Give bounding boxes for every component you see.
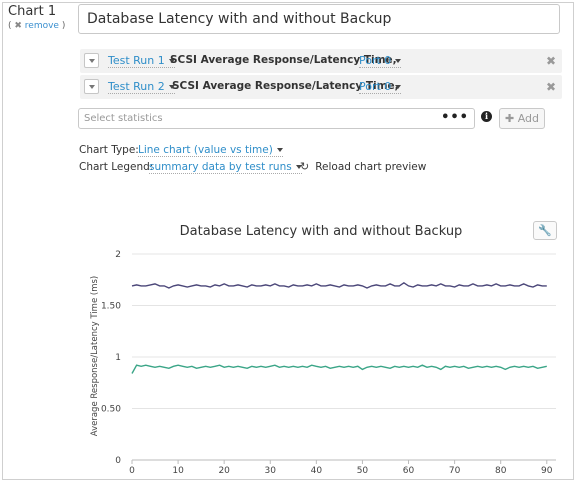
series-row: Test Run 2 SCSI Average Response/Latency… [80, 75, 562, 99]
chart-type-label: Chart Type: [79, 144, 139, 156]
wrench-icon[interactable]: 🔧 [533, 221, 557, 240]
chart-title: Database Latency with and without Backup [179, 224, 463, 239]
chevron-down-icon[interactable] [84, 53, 99, 68]
add-button-label: Add [517, 112, 539, 125]
series-row: Test Run 1 SCSI Average Response/Latency… [80, 49, 562, 73]
chart-type-value: Line chart (value vs time) [138, 144, 273, 156]
reload-chart-preview-button[interactable]: ↻ Reload chart preview [300, 160, 426, 173]
chevron-down-icon [276, 148, 283, 152]
test-run-value: Test Run 2 [108, 80, 165, 93]
remove-chart-link[interactable]: remove [25, 21, 59, 31]
chart-editor-panel [2, 2, 574, 480]
chart-legend-label: Chart Legend: [79, 161, 154, 173]
ellipsis-icon[interactable]: ••• [441, 108, 469, 127]
close-icon[interactable]: ✖ [546, 54, 556, 68]
select-statistics-input[interactable]: Select statistics ••• [78, 108, 475, 129]
select-statistics-placeholder: Select statistics [84, 113, 163, 124]
info-icon[interactable]: i [481, 111, 492, 122]
chart-legend-select[interactable]: summary data by test runs [149, 161, 302, 174]
refresh-icon: ↻ [300, 160, 310, 173]
close-icon: ✖ [14, 21, 22, 31]
chevron-down-icon [395, 59, 402, 63]
chart-type-select[interactable]: Line chart (value vs time) [138, 144, 283, 157]
port-select[interactable]: Port 0 [359, 54, 402, 68]
add-statistic-button[interactable]: ✚ Add [499, 108, 545, 129]
port-select[interactable]: Port 0 [359, 80, 402, 94]
chart-legend-value: summary data by test runs [149, 161, 292, 173]
port-value: Port 0 [359, 80, 392, 93]
test-run-value: Test Run 1 [108, 54, 165, 67]
close-icon[interactable]: ✖ [546, 80, 556, 94]
port-value: Port 0 [359, 54, 392, 67]
chart-title-input[interactable]: Database Latency with and without Backup [78, 4, 560, 34]
remove-chart-control[interactable]: ( ✖ remove ) [8, 21, 65, 31]
chart-section-label: Chart 1 [8, 4, 57, 19]
plus-icon: ✚ [504, 112, 515, 125]
test-run-select[interactable]: Test Run 2 [108, 80, 175, 94]
reload-label: Reload chart preview [315, 161, 427, 173]
test-run-select[interactable]: Test Run 1 [108, 54, 175, 68]
chevron-down-icon[interactable] [84, 79, 99, 94]
chevron-down-icon [395, 85, 402, 89]
